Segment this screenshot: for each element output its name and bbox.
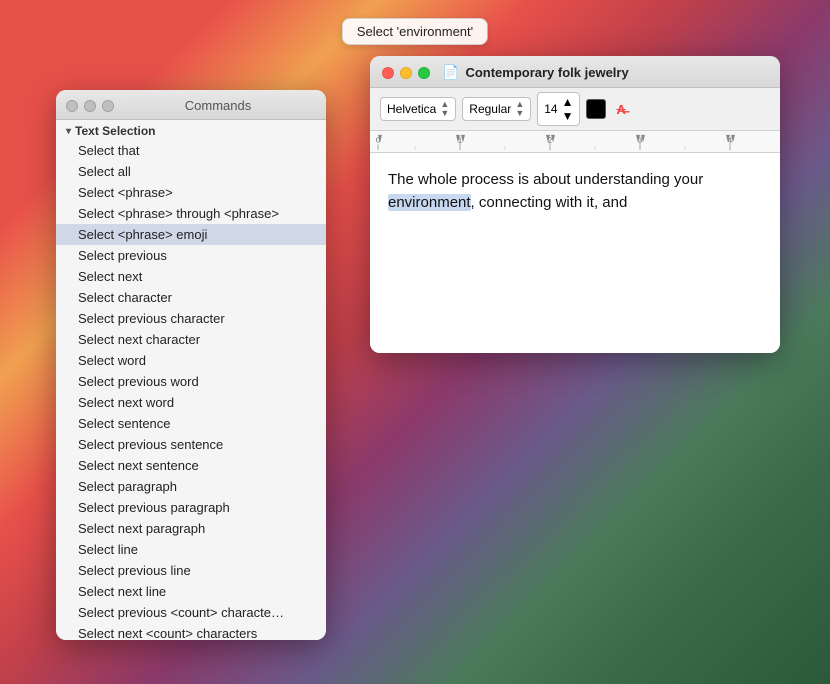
- list-item[interactable]: Select previous character: [56, 308, 326, 329]
- font-size-label: 14: [544, 102, 557, 116]
- list-item[interactable]: Select previous <count> characte…: [56, 602, 326, 623]
- doc-maximize-button[interactable]: [418, 67, 430, 79]
- list-item[interactable]: Select previous word: [56, 371, 326, 392]
- doc-body[interactable]: The whole process is about understanding…: [370, 153, 780, 353]
- font-size-selector[interactable]: 14 ▲▼: [537, 92, 580, 126]
- list-item[interactable]: Select character: [56, 287, 326, 308]
- doc-window-title: Contemporary folk jewelry: [465, 65, 628, 80]
- doc-close-button[interactable]: [382, 67, 394, 79]
- document-window: 📄 Contemporary folk jewelry Helvetica ▲▼…: [370, 56, 780, 353]
- list-item[interactable]: Select next: [56, 266, 326, 287]
- svg-text:2: 2: [548, 136, 552, 145]
- list-item[interactable]: Select all: [56, 161, 326, 182]
- commands-list: ▾ Text Selection Select that Select all …: [56, 120, 326, 640]
- text-selection-section-header[interactable]: ▾ Text Selection: [56, 120, 326, 140]
- doc-text-before: The whole process is about understanding…: [388, 171, 703, 188]
- svg-text:1: 1: [458, 136, 462, 145]
- strikethrough-button[interactable]: A̶: [612, 101, 629, 118]
- list-item[interactable]: Select previous paragraph: [56, 497, 326, 518]
- list-item[interactable]: Select next character: [56, 329, 326, 350]
- list-item[interactable]: Select next sentence: [56, 455, 326, 476]
- doc-text-highlight: environment: [388, 194, 471, 211]
- list-item[interactable]: Select <phrase>: [56, 182, 326, 203]
- doc-icon: 📄: [442, 64, 459, 81]
- commands-window-title: Commands: [120, 98, 316, 113]
- list-item[interactable]: Select paragraph: [56, 476, 326, 497]
- svg-text:3: 3: [638, 136, 642, 145]
- list-item[interactable]: Select next line: [56, 581, 326, 602]
- doc-toolbar: Helvetica ▲▼ Regular ▲▼ 14 ▲▼ A̶: [370, 88, 780, 131]
- ruler: 0 1 2 3 4: [370, 131, 780, 153]
- font-size-arrows-icon: ▲▼: [562, 95, 574, 123]
- section-label: Text Selection: [75, 124, 155, 138]
- list-item[interactable]: Select word: [56, 350, 326, 371]
- list-item[interactable]: Select previous sentence: [56, 434, 326, 455]
- list-item[interactable]: Select previous line: [56, 560, 326, 581]
- list-item[interactable]: Select next paragraph: [56, 518, 326, 539]
- list-item[interactable]: Select <phrase> through <phrase>: [56, 203, 326, 224]
- commands-minimize-button[interactable]: [84, 100, 96, 112]
- doc-minimize-button[interactable]: [400, 67, 412, 79]
- commands-titlebar: Commands: [56, 90, 326, 120]
- commands-window: Commands ▾ Text Selection Select that Se…: [56, 90, 326, 640]
- list-item[interactable]: Select line: [56, 539, 326, 560]
- font-family-arrows-icon: ▲▼: [440, 100, 449, 118]
- svg-text:0: 0: [376, 136, 381, 145]
- doc-titlebar: 📄 Contemporary folk jewelry: [370, 56, 780, 88]
- font-family-selector[interactable]: Helvetica ▲▼: [380, 97, 456, 121]
- text-color-button[interactable]: [586, 99, 606, 119]
- list-item[interactable]: Select sentence: [56, 413, 326, 434]
- svg-text:4: 4: [728, 136, 733, 145]
- list-item[interactable]: Select that: [56, 140, 326, 161]
- list-item[interactable]: Select next word: [56, 392, 326, 413]
- voice-command-tooltip: Select 'environment': [342, 18, 488, 45]
- section-chevron-icon: ▾: [66, 126, 71, 137]
- font-family-label: Helvetica: [387, 102, 436, 116]
- font-style-arrows-icon: ▲▼: [515, 100, 524, 118]
- doc-text-after: , connecting with it, and: [471, 194, 628, 211]
- commands-maximize-button[interactable]: [102, 100, 114, 112]
- font-style-label: Regular: [469, 102, 511, 116]
- commands-close-button[interactable]: [66, 100, 78, 112]
- list-item[interactable]: Select previous: [56, 245, 326, 266]
- list-item-highlighted[interactable]: Select <phrase> emoji: [56, 224, 326, 245]
- list-item[interactable]: Select next <count> characters: [56, 623, 326, 640]
- font-style-selector[interactable]: Regular ▲▼: [462, 97, 531, 121]
